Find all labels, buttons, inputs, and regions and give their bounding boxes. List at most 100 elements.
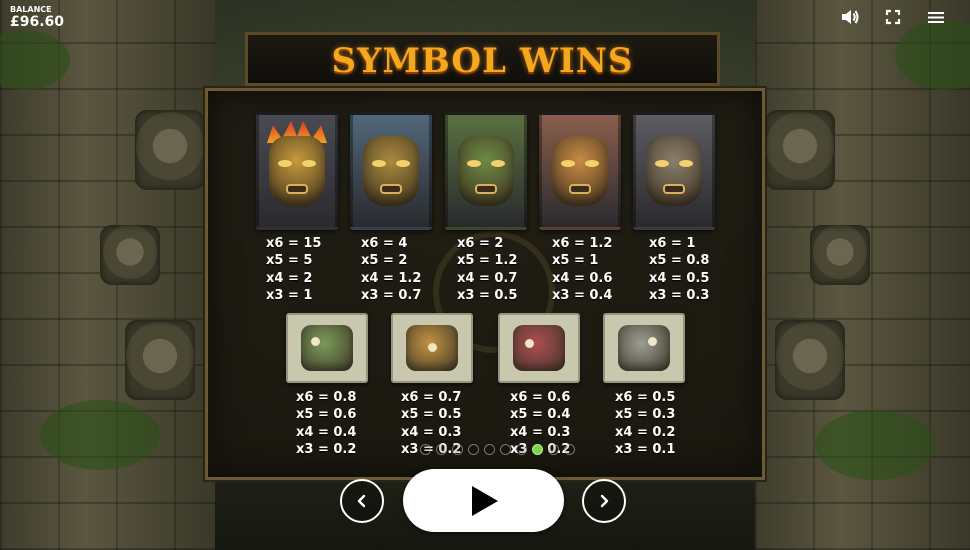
low-paytable-1: x6 = 0.8 x5 = 0.6 x4 = 0.4 x3 = 0.2: [296, 389, 356, 458]
mask-face: [363, 136, 419, 206]
mask-eye: [372, 160, 386, 167]
mask-eye: [278, 160, 292, 167]
payout-line: x6 = 0.7: [401, 390, 462, 405]
symbol-crowned-mask: [256, 112, 338, 230]
skull-carving-left: [100, 225, 160, 285]
symbol-stone-mask: [633, 112, 715, 230]
mask-eye: [561, 160, 575, 167]
premium-paytable-3: x6 = 2 x5 = 1.2 x4 = 0.7 x3 = 0.5: [457, 235, 517, 304]
payout-line: x4 = 0.3: [510, 424, 571, 440]
payout-line: x5 = 0.5: [401, 407, 462, 423]
payout-line: x4 = 0.6: [552, 270, 613, 286]
low-paytable-4: x6 = 0.5 x5 = 0.3 x4 = 0.2 x3 = 0.1: [615, 389, 675, 458]
foliage: [0, 30, 70, 90]
payout-line: x5 = 1.2: [457, 253, 518, 269]
carved-face-left: [125, 320, 195, 400]
balance-value: £96.60: [10, 14, 65, 30]
mask-mouth: [475, 184, 497, 194]
page-dot-3[interactable]: [452, 443, 463, 455]
skull-carving-right: [810, 225, 870, 285]
payout-line: x3 = 0.3: [649, 287, 710, 303]
glyph-eye: [311, 337, 320, 346]
mask-face: [552, 136, 608, 206]
mask-mouth: [663, 184, 685, 194]
foliage: [815, 410, 935, 480]
glyph-eye: [525, 339, 534, 348]
payout-line: x3 = 0.7: [361, 287, 422, 303]
payout-line: x3 = 0.5: [457, 287, 518, 303]
chevron-left-icon: [357, 494, 366, 508]
mask-eye: [396, 160, 410, 167]
mask-mouth: [569, 184, 591, 194]
payout-line: x5 = 1: [552, 253, 599, 269]
premium-paytable-1: x6 = 15 x5 = 5 x4 = 2 x3 = 1: [266, 235, 321, 304]
mask-eye: [491, 160, 505, 167]
payout-line: x6 = 1: [649, 236, 696, 251]
payout-line: x5 = 0.8: [649, 253, 710, 269]
symbol-green-glyph: [286, 313, 368, 383]
symbol-green-mask: [445, 112, 527, 230]
paytable-panel: x6 = 15 x5 = 5 x4 = 2 x3 = 1 x6 = 4 x5 =…: [205, 88, 765, 480]
glyph-carving: [513, 325, 565, 371]
mask-face: [269, 136, 325, 206]
payout-line: x4 = 0.5: [649, 270, 710, 286]
foliage: [40, 400, 160, 470]
play-button[interactable]: [403, 469, 564, 532]
page-dot-1[interactable]: [420, 443, 431, 455]
glyph-carving: [618, 325, 670, 371]
symbol-gold-glyph: [391, 313, 473, 383]
page-dot-10[interactable]: [564, 443, 575, 455]
mask-mouth: [286, 184, 308, 194]
premium-paytable-4: x6 = 1.2 x5 = 1 x4 = 0.6 x3 = 0.4: [552, 235, 612, 304]
carved-head-left: [135, 110, 205, 190]
payout-line: x4 = 0.3: [401, 424, 462, 440]
payout-line: x3 = 1: [266, 287, 313, 303]
page-dot-8[interactable]: [532, 443, 543, 455]
page-dot-4[interactable]: [468, 443, 479, 455]
symbol-blue-mask: [350, 112, 432, 230]
play-icon: [471, 485, 498, 516]
chevron-right-icon: [600, 494, 609, 508]
fullscreen-icon[interactable]: [884, 8, 904, 26]
payout-line: x6 = 1.2: [552, 236, 613, 251]
payout-line: x5 = 0.4: [510, 407, 571, 423]
premium-paytable-2: x6 = 4 x5 = 2 x4 = 1.2 x3 = 0.7: [361, 235, 421, 304]
glyph-carving: [406, 325, 458, 371]
carved-face-right: [775, 320, 845, 400]
page-dot-7[interactable]: [516, 443, 527, 455]
payout-line: x5 = 0.6: [296, 407, 357, 423]
payout-line: x4 = 2: [266, 270, 313, 286]
page-dot-9[interactable]: [548, 443, 559, 455]
payout-line: x3 = 0.2: [296, 441, 357, 457]
payout-line: x3 = 0.4: [552, 287, 613, 303]
mask-mouth: [380, 184, 402, 194]
mask-eye: [467, 160, 481, 167]
right-stone-pillar: [755, 0, 970, 550]
payout-line: x6 = 4: [361, 236, 408, 251]
mask-face: [646, 136, 702, 206]
payout-line: x4 = 0.2: [615, 424, 676, 440]
payout-line: x6 = 0.6: [510, 390, 571, 405]
carved-head-right: [765, 110, 835, 190]
foliage: [895, 20, 970, 90]
page-dot-5[interactable]: [484, 443, 495, 455]
page-dot-2[interactable]: [436, 443, 447, 455]
payout-line: x5 = 0.3: [615, 407, 676, 423]
previous-page-button[interactable]: [340, 479, 384, 523]
title-banner: SYMBOL WINS: [245, 32, 720, 86]
next-page-button[interactable]: [582, 479, 626, 523]
payout-line: x6 = 0.8: [296, 390, 357, 405]
payout-line: x3 = 0.1: [615, 441, 676, 457]
mask-eye: [302, 160, 316, 167]
glyph-carving: [301, 325, 353, 371]
symbol-orange-mask: [539, 112, 621, 230]
glyph-eye: [428, 343, 437, 352]
balance-label: BALANCE: [10, 5, 52, 14]
left-stone-pillar: [0, 0, 215, 550]
menu-icon[interactable]: [926, 8, 946, 26]
payout-line: x6 = 15: [266, 236, 322, 251]
glyph-eye: [648, 337, 657, 346]
page-dot-6[interactable]: [500, 443, 511, 455]
speaker-icon[interactable]: [840, 8, 860, 26]
symbol-red-glyph: [498, 313, 580, 383]
